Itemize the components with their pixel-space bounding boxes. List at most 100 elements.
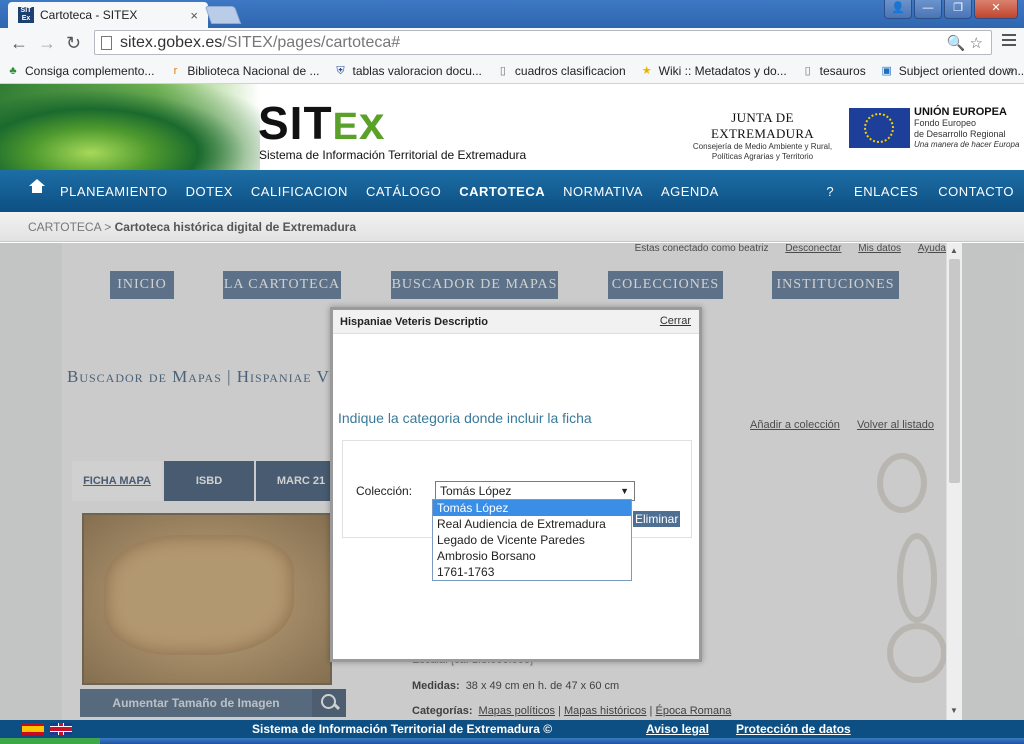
dropdown-arrow-icon[interactable]: ▼ xyxy=(620,482,629,500)
breadcrumb: CARTOTECA > Cartoteca histórica digital … xyxy=(0,212,1024,242)
collection-option[interactable]: Real Audiencia de Extremadura xyxy=(433,516,631,532)
breadcrumb-root[interactable]: CARTOTECA xyxy=(28,220,101,234)
new-tab-button[interactable] xyxy=(204,6,242,24)
browser-tab[interactable]: SIT Ex Cartoteca - SITEX × xyxy=(8,2,208,28)
collection-option[interactable]: Tomás López xyxy=(433,500,631,516)
junta-extremadura-logo: JUNTA DE EXTREMADURA Consejería de Medio… xyxy=(690,110,835,162)
monitor-icon: ▣ xyxy=(881,64,892,77)
earth-globe-image xyxy=(0,84,260,170)
bookmark-label: tesauros xyxy=(819,63,866,78)
nav-item-cartoteca[interactable]: CARTOTECA xyxy=(459,184,545,199)
dialog-prompt: Indique la categoria donde incluir la fi… xyxy=(338,410,592,426)
add-to-collection-dialog: Hispaniae Veteris Descriptio Cerrar Indi… xyxy=(330,307,702,662)
back-arrow-icon[interactable]: ← xyxy=(10,32,28,54)
nav-item-catálogo[interactable]: CATÁLOGO xyxy=(366,184,441,199)
nav-item-enlaces[interactable]: ENLACES xyxy=(854,184,918,199)
zoom-bookmark-star-icon[interactable]: 🔍☆ xyxy=(947,34,987,52)
collection-select[interactable]: Tomás López ▼ xyxy=(435,481,635,501)
sitex-logo[interactable]: SITEx xyxy=(258,100,386,150)
start-button[interactable] xyxy=(0,738,100,744)
bookmarks-more-icon[interactable]: » xyxy=(1007,63,1014,77)
english-flag-icon[interactable] xyxy=(50,723,72,735)
scroll-down-arrow-icon[interactable]: ▼ xyxy=(950,706,958,715)
url-text[interactable]: sitex.gobex.es/SITEX/pages/cartoteca# xyxy=(120,34,947,52)
collection-option[interactable]: Legado de Vicente Paredes xyxy=(433,532,631,548)
breadcrumb-current: Cartoteca histórica digital de Extremadu… xyxy=(114,220,357,234)
logo-x: x xyxy=(358,97,386,149)
collection-label: Colección: xyxy=(356,484,413,498)
spanish-flag-icon[interactable] xyxy=(22,723,44,735)
url-path: /SITEX/pages/cartoteca# xyxy=(222,33,401,51)
dialog-title: Hispaniae Veteris Descriptio xyxy=(340,316,488,328)
collection-options-list: Tomás López Real Audiencia de Extremadura… xyxy=(432,499,632,581)
logo-subtitle: Sistema de Información Territorial de Ex… xyxy=(259,148,527,162)
scroll-thumb[interactable] xyxy=(949,259,960,483)
nav-item-contacto[interactable]: CONTACTO xyxy=(938,184,1014,199)
maximize-button[interactable]: ❐ xyxy=(944,0,972,19)
os-taskbar xyxy=(0,738,1024,744)
tab-close-icon[interactable]: × xyxy=(190,8,198,23)
scroll-up-arrow-icon[interactable]: ▲ xyxy=(950,246,958,255)
page-icon: ▯ xyxy=(499,64,506,77)
bookmark-item[interactable]: r Biblioteca Nacional de ... xyxy=(168,63,320,78)
page-icon: ▯ xyxy=(804,64,811,77)
junta-title: JUNTA DE EXTREMADURA xyxy=(711,110,814,141)
bookmark-label: Biblioteca Nacional de ... xyxy=(187,63,320,78)
nav-item-calificacion[interactable]: CALIFICACION xyxy=(251,184,348,199)
bookmark-item[interactable]: ▣ Subject oriented down... xyxy=(880,64,1024,78)
dialog-header: Hispaniae Veteris Descriptio Cerrar xyxy=(333,310,699,334)
url-host: sitex.gobex.es xyxy=(120,33,223,51)
dialog-close-link[interactable]: Cerrar xyxy=(660,315,691,327)
bookmark-item[interactable]: ★ Wiki :: Metadatos y do... xyxy=(640,64,787,78)
bookmark-label: Subject oriented down... xyxy=(898,63,1024,78)
nav-item-dotex[interactable]: DOTEX xyxy=(186,184,233,199)
bookmark-item[interactable]: ▯ tesauros xyxy=(801,64,866,78)
browser-titlebar: SIT Ex Cartoteca - SITEX × 👤 — ❐ ✕ xyxy=(0,0,1024,28)
nav-item-agenda[interactable]: AGENDA xyxy=(661,184,719,199)
nav-help-item[interactable]: ? xyxy=(826,184,834,199)
bookmark-item[interactable]: ⛨ tablas valoracion docu... xyxy=(333,63,482,78)
eu-title: UNIÓN EUROPEA xyxy=(914,106,1007,118)
bookmarks-bar: ♣ Consiga complemento... r Biblioteca Nacio… xyxy=(0,58,1024,84)
bookmark-item[interactable]: ▯ cuadros clasificacion xyxy=(496,64,626,78)
junta-line1: Consejería de Medio Ambiente y Rural, xyxy=(692,142,833,151)
browser-menu-icon[interactable] xyxy=(1002,34,1016,49)
address-bar[interactable]: sitex.gobex.es/SITEX/pages/cartoteca# 🔍☆ xyxy=(94,30,992,55)
page-scrollbar[interactable]: ▲ ▼ xyxy=(946,243,962,720)
privacy-link[interactable]: Protección de datos xyxy=(736,722,851,736)
collection-option[interactable]: 1761-1763 xyxy=(433,564,631,580)
bookmark-label: tablas valoracion docu... xyxy=(352,63,482,78)
eu-line2: de Desarrollo Regional xyxy=(914,129,1006,139)
bookmark-item[interactable]: ♣ Consiga complemento... xyxy=(6,64,154,78)
bookmark-label: cuadros clasificacion xyxy=(514,63,626,78)
tab-title: Cartoteca - SITEX xyxy=(40,8,138,22)
eliminar-button[interactable]: Eliminar xyxy=(633,511,680,527)
collection-select-value: Tomás López xyxy=(440,484,512,498)
logo-e: E xyxy=(332,106,359,148)
breadcrumb-separator: > xyxy=(100,220,115,234)
star-icon: ★ xyxy=(641,64,652,77)
collection-option[interactable]: Ambrosio Borsano xyxy=(433,548,631,564)
nav-item-normativa[interactable]: NORMATIVA xyxy=(563,184,643,199)
user-profile-icon[interactable]: 👤 xyxy=(884,0,912,19)
bookmark-label: Wiki :: Metadatos y do... xyxy=(658,63,787,78)
home-icon[interactable] xyxy=(29,179,45,197)
crest-icon: ⛨ xyxy=(336,64,345,77)
sitex-favicon-icon: SIT Ex xyxy=(18,7,34,23)
close-window-button[interactable]: ✕ xyxy=(974,0,1018,19)
main-nav-right: ? ENLACES CONTACTO xyxy=(806,170,1014,212)
site-footer: Sistema de Información Territorial de Ex… xyxy=(0,720,1024,738)
window-controls: 👤 — ❐ ✕ xyxy=(884,0,1018,19)
minimize-button[interactable]: — xyxy=(914,0,942,19)
legal-notice-link[interactable]: Aviso legal xyxy=(646,722,709,736)
nav-item-planeamiento[interactable]: PLANEAMIENTO xyxy=(60,184,168,199)
logo-sit: SIT xyxy=(258,97,333,149)
main-nav: PLANEAMIENTO DOTEX CALIFICACION CATÁLOGO CAR… xyxy=(0,170,1024,212)
reload-icon[interactable]: ↻ xyxy=(66,32,81,54)
page: SIT Ex Cartoteca - SITEX × 👤 — ❐ ✕ ← → ↻… xyxy=(0,0,1024,744)
page-icon xyxy=(101,35,112,50)
eu-flag-icon xyxy=(849,108,910,148)
forward-arrow-icon[interactable]: → xyxy=(38,32,56,54)
junta-line2: Políticas Agrarias y Territorio xyxy=(711,152,814,161)
eu-slogan: Una manera de hacer Europa xyxy=(914,140,1020,149)
